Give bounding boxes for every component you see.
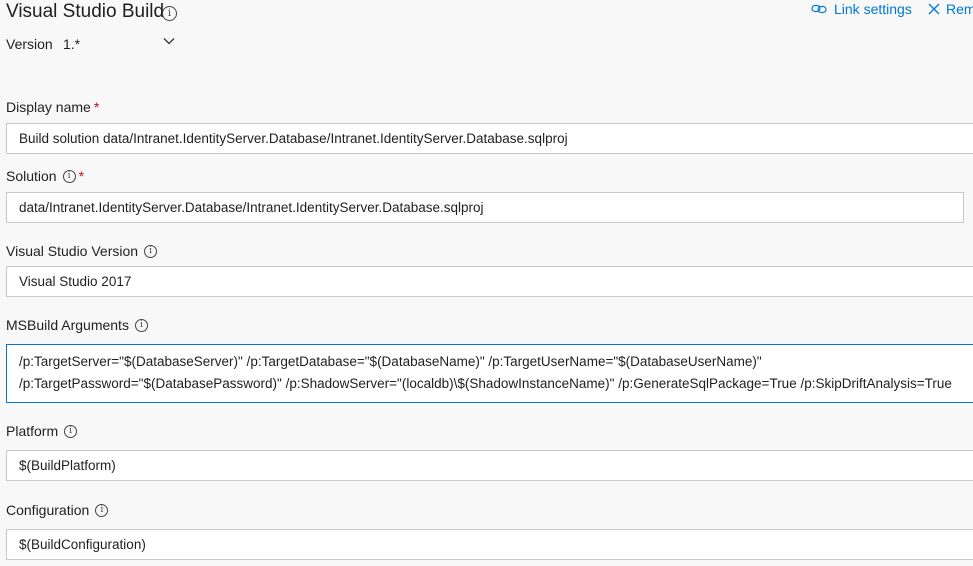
info-icon[interactable]: i (95, 503, 109, 517)
platform-input[interactable]: $(BuildPlatform) (6, 450, 973, 481)
info-icon[interactable]: i (144, 244, 158, 258)
required-marker: * (93, 99, 100, 115)
task-title: Visual Studio Build (6, 1, 165, 22)
link-settings-label: Link settings (834, 1, 912, 17)
display-name-input[interactable]: Build solution data/Intranet.IdentitySer… (6, 123, 973, 154)
configuration-input[interactable]: $(BuildConfiguration) (6, 529, 973, 560)
chevron-down-icon[interactable] (162, 34, 176, 51)
msbuild-arguments-value: /p:TargetServer="$(DatabaseServer)" /p:T… (19, 354, 952, 391)
solution-input[interactable]: data/Intranet.IdentityServer.Database/In… (6, 192, 964, 223)
platform-label: Platform i (6, 423, 78, 439)
info-icon[interactable]: i (64, 424, 78, 438)
remove-button[interactable]: Rem (928, 1, 973, 17)
link-icon (811, 4, 827, 14)
info-icon[interactable]: i (62, 169, 76, 183)
msbuild-arguments-textarea[interactable]: /p:TargetServer="$(DatabaseServer)" /p:T… (6, 344, 973, 403)
display-name-label: Display name * (6, 99, 100, 115)
title-info-icon[interactable]: i (162, 3, 177, 21)
vs-version-dropdown[interactable]: Visual Studio 2017 (6, 266, 973, 297)
info-icon[interactable]: i (134, 318, 148, 332)
close-icon (928, 3, 940, 15)
version-label: Version (6, 36, 53, 52)
configuration-label: Configuration i (6, 502, 109, 518)
link-settings-button[interactable]: Link settings (811, 1, 912, 17)
required-marker: * (78, 168, 85, 184)
solution-label: Solution i * (6, 168, 85, 184)
remove-label: Rem (946, 1, 973, 17)
version-dropdown-value[interactable]: 1.* (63, 36, 80, 52)
msbuild-arguments-label: MSBuild Arguments i (6, 317, 148, 333)
vs-version-label: Visual Studio Version i (6, 243, 158, 259)
